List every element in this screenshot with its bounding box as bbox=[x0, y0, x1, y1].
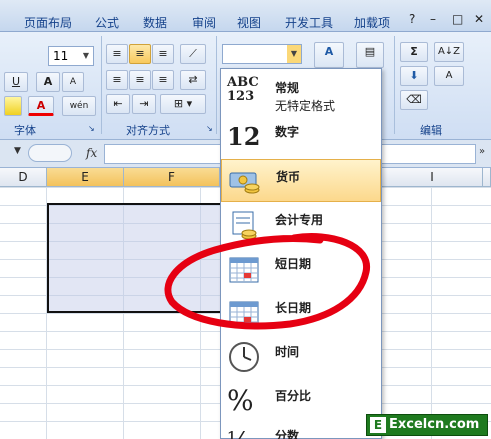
format-option-label: 数字 bbox=[275, 125, 300, 139]
dialog-launcher-icon[interactable]: ↘ bbox=[88, 124, 95, 133]
format-option-label: 时间 bbox=[275, 345, 300, 359]
format-option-label: 货币 bbox=[276, 170, 301, 184]
fraction-icon: ½ bbox=[227, 424, 261, 439]
format-option-percent[interactable]: % 百分比 bbox=[221, 379, 381, 422]
format-option-fraction[interactable]: ½ 分数 bbox=[221, 419, 381, 439]
format-option-currency[interactable]: 货币 bbox=[221, 159, 381, 202]
minimize-button[interactable]: – bbox=[430, 12, 436, 26]
find-select-button[interactable]: A bbox=[434, 66, 464, 86]
wrap-text-button[interactable]: ⇄ bbox=[180, 70, 206, 90]
number-format-dropdown: ABC 123 常规 无特定格式 12 数字 货币 会计专用 短日期 长日期 时… bbox=[220, 68, 382, 439]
accounting-icon bbox=[232, 211, 257, 240]
clock-icon bbox=[229, 342, 259, 372]
restore-button[interactable]: □ bbox=[452, 12, 463, 26]
clear-button[interactable]: ⌫ bbox=[400, 90, 428, 110]
watermark-badge: E bbox=[370, 417, 386, 433]
number-format-combo[interactable]: ▼ bbox=[222, 44, 302, 64]
align-center-button[interactable]: ≡ bbox=[129, 70, 151, 90]
tab-view[interactable]: 视图 bbox=[237, 14, 261, 31]
watermark-text: Excelcn.com bbox=[389, 417, 480, 432]
shrink-font-button[interactable]: A bbox=[62, 72, 84, 92]
format-option-short-date[interactable]: 短日期 bbox=[221, 247, 381, 290]
chevron-down-icon: ▼ bbox=[82, 51, 90, 60]
autosum-button[interactable]: Σ bbox=[400, 42, 428, 62]
grow-font-button[interactable]: A bbox=[36, 72, 60, 92]
format-option-label: 长日期 bbox=[275, 301, 312, 315]
orientation-button[interactable]: ⟋ bbox=[180, 44, 206, 64]
tab-page-layout[interactable]: 页面布局 bbox=[24, 14, 72, 31]
tab-data[interactable]: 数据 bbox=[143, 14, 167, 31]
cell-selection[interactable] bbox=[47, 203, 237, 313]
format-option-label: 短日期 bbox=[275, 257, 312, 271]
decrease-indent-button[interactable]: ⇤ bbox=[106, 94, 130, 114]
align-top-button[interactable]: ≡ bbox=[106, 44, 128, 64]
increase-indent-button[interactable]: ⇥ bbox=[132, 94, 156, 114]
dialog-launcher-icon[interactable]: ↘ bbox=[206, 124, 213, 133]
number-12-icon: 12 bbox=[227, 122, 261, 151]
underline-button[interactable]: U bbox=[4, 72, 28, 92]
tab-developer[interactable]: 开发工具 bbox=[285, 14, 333, 31]
font-color-button[interactable]: A bbox=[28, 96, 54, 116]
close-button[interactable]: ✕ bbox=[474, 12, 484, 26]
merge-center-button[interactable]: ⊞ ▾ bbox=[160, 94, 206, 114]
abc-123-icon: ABC 123 bbox=[227, 75, 259, 104]
tab-review[interactable]: 审阅 bbox=[192, 14, 216, 31]
format-option-time[interactable]: 时间 bbox=[221, 335, 381, 378]
calendar-icon bbox=[229, 301, 259, 327]
column-header-i[interactable]: I bbox=[382, 168, 483, 187]
alignment-group-label: 对齐方式 bbox=[126, 124, 170, 137]
format-option-accounting[interactable]: 会计专用 bbox=[221, 203, 381, 246]
format-option-long-date[interactable]: 长日期 bbox=[221, 291, 381, 334]
name-box-dropdown-icon[interactable]: ▼ bbox=[14, 146, 21, 156]
format-option-label: 百分比 bbox=[275, 389, 312, 403]
align-bottom-button[interactable]: ≡ bbox=[152, 44, 174, 64]
group-separator bbox=[101, 36, 102, 134]
help-icon[interactable]: ? bbox=[409, 12, 415, 26]
tab-addins[interactable]: 加载项 bbox=[354, 14, 390, 31]
format-option-sub: 无特定格式 bbox=[275, 99, 336, 113]
expand-formula-icon[interactable]: » bbox=[479, 146, 485, 157]
align-right-button[interactable]: ≡ bbox=[152, 70, 174, 90]
font-size-combo[interactable]: 11 ▼ bbox=[48, 46, 94, 66]
chevron-down-icon[interactable]: ▼ bbox=[287, 45, 301, 63]
format-option-label: 分数 bbox=[275, 429, 300, 439]
formula-zoom-toggle[interactable] bbox=[28, 144, 72, 162]
column-header-d[interactable]: D bbox=[0, 168, 47, 187]
format-option-general[interactable]: ABC 123 常规 无特定格式 bbox=[221, 71, 381, 114]
font-size-value: 11 bbox=[53, 49, 69, 63]
sort-filter-button[interactable]: A↓Z bbox=[434, 42, 464, 62]
editing-group-label: 编辑 bbox=[420, 124, 442, 137]
group-separator bbox=[394, 36, 395, 134]
font-group-label: 字体 bbox=[14, 124, 36, 137]
excelcn-watermark: E Excelcn.com bbox=[366, 414, 488, 436]
cell-styles-button[interactable]: A bbox=[314, 42, 344, 68]
scrollbar-corner bbox=[483, 168, 491, 187]
fill-color-button[interactable] bbox=[4, 96, 22, 116]
tab-formulas[interactable]: 公式 bbox=[95, 14, 119, 31]
currency-icon bbox=[229, 172, 260, 194]
column-header-e[interactable]: E bbox=[47, 168, 124, 187]
calendar-icon bbox=[229, 257, 259, 283]
percent-icon: % bbox=[227, 384, 254, 417]
cell-insert-button[interactable]: ▤ bbox=[356, 42, 384, 68]
align-left-button[interactable]: ≡ bbox=[106, 70, 128, 90]
fx-icon[interactable]: fx bbox=[86, 146, 97, 160]
ribbon-tab-bar: 页面布局 公式 数据 审阅 视图 开发工具 加载项 ? – □ ✕ bbox=[0, 0, 491, 32]
column-header-f[interactable]: F bbox=[124, 168, 220, 187]
format-option-label: 常规 bbox=[275, 81, 300, 95]
format-option-number[interactable]: 12 数字 bbox=[221, 115, 381, 158]
format-option-label: 会计专用 bbox=[275, 213, 324, 227]
group-separator bbox=[216, 36, 217, 134]
fill-button[interactable]: ⬇ bbox=[400, 66, 428, 86]
align-middle-button[interactable]: ≡ bbox=[129, 44, 151, 64]
phonetic-button[interactable]: wén bbox=[62, 96, 96, 116]
